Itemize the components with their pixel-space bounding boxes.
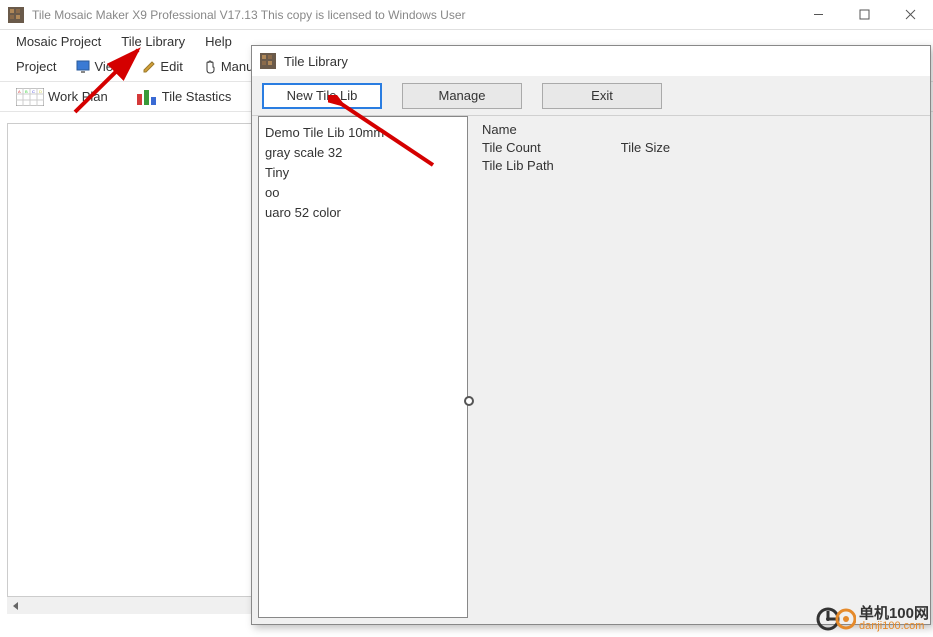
main-titlebar: Tile Mosaic Maker X9 Professional V17.13…	[0, 0, 933, 30]
detail-tile-count-label: Tile Count	[482, 139, 541, 157]
watermark-text-small: danji100.com	[859, 621, 929, 632]
toolbar-work-plan-label: Work Plan	[48, 89, 108, 104]
detail-panel: Name Tile Count Tile Size Tile Lib Path	[474, 116, 924, 618]
toolbar-view[interactable]: View	[68, 57, 130, 76]
splitter-grip-icon[interactable]	[464, 396, 474, 406]
manage-button[interactable]: Manage	[402, 83, 522, 109]
svg-text:A: A	[18, 89, 21, 94]
menu-help[interactable]: Help	[195, 32, 242, 51]
svg-text:C: C	[32, 89, 35, 94]
tile-library-dialog: Tile Library New Tile Lib Manage Exit De…	[251, 45, 931, 625]
watermark: 单机100网 danji100.com	[816, 605, 929, 633]
toolbar-edit-label: Edit	[160, 59, 182, 74]
watermark-text: 单机100网 danji100.com	[859, 606, 929, 632]
exit-button[interactable]: Exit	[542, 83, 662, 109]
svg-text:D: D	[39, 89, 42, 94]
toolbar-tile-stastics[interactable]: Tile Stastics	[128, 86, 240, 108]
monitor-icon	[76, 60, 90, 74]
dialog-toolbar: New Tile Lib Manage Exit	[252, 76, 930, 116]
main-window-title: Tile Mosaic Maker X9 Professional V17.13…	[32, 8, 466, 22]
bar-chart-icon	[136, 88, 158, 106]
detail-tile-lib-path-label: Tile Lib Path	[482, 157, 554, 175]
list-item[interactable]: Tiny	[263, 163, 463, 183]
maximize-button[interactable]	[841, 0, 887, 30]
list-item[interactable]: oo	[263, 183, 463, 203]
hand-icon	[203, 60, 217, 74]
close-button[interactable]	[887, 0, 933, 30]
pencil-icon	[142, 60, 156, 74]
new-tile-lib-button[interactable]: New Tile Lib	[262, 83, 382, 109]
tile-lib-list[interactable]: Demo Tile Lib 10mm gray scale 32 Tiny oo…	[258, 116, 468, 618]
menu-tile-library[interactable]: Tile Library	[111, 32, 195, 51]
minimize-button[interactable]	[795, 0, 841, 30]
watermark-logo-icon	[816, 605, 856, 633]
app-icon	[8, 7, 24, 23]
detail-name-label: Name	[482, 121, 517, 139]
watermark-text-big: 单机100网	[859, 606, 929, 621]
splitter[interactable]	[468, 116, 474, 618]
toolbar-project-label: Project	[16, 59, 56, 74]
scroll-left-button[interactable]	[7, 597, 24, 614]
list-item[interactable]: gray scale 32	[263, 143, 463, 163]
toolbar-work-plan[interactable]: ABCD Work Plan	[8, 86, 116, 108]
list-item[interactable]: Demo Tile Lib 10mm	[263, 123, 463, 143]
toolbar-view-label: View	[94, 59, 122, 74]
toolbar-project[interactable]: Project	[8, 57, 64, 76]
dialog-icon	[260, 53, 276, 69]
dialog-body: Demo Tile Lib 10mm gray scale 32 Tiny oo…	[258, 116, 924, 618]
menu-mosaic-project[interactable]: Mosaic Project	[6, 32, 111, 51]
window-controls	[795, 0, 933, 30]
dialog-titlebar: Tile Library	[252, 46, 930, 76]
grid-icon: ABCD	[16, 88, 44, 106]
toolbar-edit[interactable]: Edit	[134, 57, 190, 76]
toolbar-tile-stastics-label: Tile Stastics	[162, 89, 232, 104]
svg-text:B: B	[25, 89, 28, 94]
list-item[interactable]: uaro 52 color	[263, 203, 463, 223]
dialog-title: Tile Library	[284, 54, 348, 69]
detail-tile-size-label: Tile Size	[621, 139, 670, 157]
